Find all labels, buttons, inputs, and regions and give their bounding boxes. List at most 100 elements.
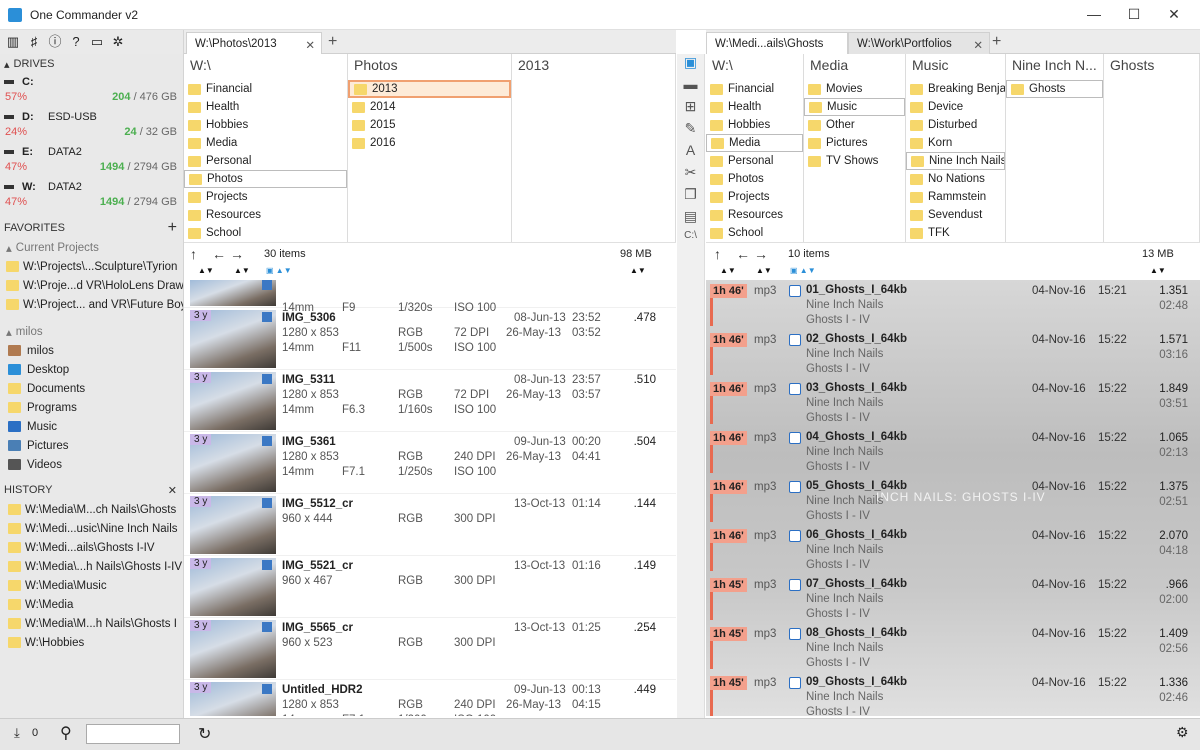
folder-item[interactable]: Media xyxy=(184,134,347,152)
forward-icon[interactable]: → xyxy=(754,246,768,262)
column-header[interactable]: W:\ xyxy=(706,54,803,80)
folder-item[interactable]: School xyxy=(706,224,803,242)
column-header[interactable]: 2013 xyxy=(512,54,675,80)
folder-item[interactable]: Ghosts xyxy=(1006,80,1103,98)
sort-name-icon[interactable]: ▲▼ xyxy=(198,266,214,275)
search-input[interactable] xyxy=(86,724,180,744)
new-folder-icon[interactable]: ▬ xyxy=(677,76,704,98)
history-item[interactable]: W:\Medi...ails\Ghosts I-IV xyxy=(0,538,183,557)
close-tab-icon[interactable]: ✕ xyxy=(305,38,315,52)
folder-item[interactable]: Korn xyxy=(906,134,1005,152)
add-favorite-icon[interactable]: + xyxy=(168,219,177,237)
folder-item[interactable]: TFK xyxy=(906,224,1005,242)
folder-item[interactable]: Projects xyxy=(706,188,803,206)
folder-item[interactable]: Financial xyxy=(706,80,803,98)
drives-header[interactable]: ▴ DRIVES xyxy=(0,54,183,74)
favorites-group[interactable]: ▴ Current Projects xyxy=(0,238,183,257)
user-header[interactable]: ▴ milos xyxy=(0,322,183,341)
left-tab[interactable]: W:\Photos\2013 ✕ xyxy=(186,32,322,54)
sort-date-icon[interactable]: ▣ ▲▼ xyxy=(790,266,816,275)
folder-item[interactable]: 2013 xyxy=(348,80,511,98)
image-view-icon[interactable]: ▣ xyxy=(677,54,704,76)
info-icon[interactable]: ⓘ xyxy=(46,33,64,51)
folder-item[interactable]: Hobbies xyxy=(706,116,803,134)
right-tab-1[interactable]: W:\Medi...ails\Ghosts xyxy=(706,32,848,54)
back-icon[interactable]: ← xyxy=(736,246,750,262)
cut-icon[interactable]: ✂ xyxy=(677,164,704,186)
folder-item[interactable]: Media xyxy=(706,134,803,152)
copy-icon[interactable]: ❐ xyxy=(677,186,704,208)
folder-item[interactable]: Resources xyxy=(184,206,347,224)
folder-item[interactable]: Pictures xyxy=(804,134,905,152)
folder-item[interactable]: TV Shows xyxy=(804,152,905,170)
column-header[interactable]: Photos xyxy=(348,54,511,80)
rename-icon[interactable]: A xyxy=(677,142,704,164)
folder-item[interactable]: Breaking Benjar xyxy=(906,80,1005,98)
music-row[interactable]: 1h 46' mp3 03_Ghosts_I_64kb Nine Inch Nails… xyxy=(706,378,1200,427)
folder-item[interactable]: Disturbed xyxy=(906,116,1005,134)
folder-item[interactable]: Music xyxy=(804,98,905,116)
history-item[interactable]: W:\Medi...usic\Nine Inch Nails xyxy=(0,519,183,538)
folder-item[interactable]: Resources xyxy=(706,206,803,224)
sort-type-icon[interactable]: ▲▼ xyxy=(234,266,250,275)
folder-item[interactable]: 2014 xyxy=(348,98,511,116)
drive-item[interactable]: E: DATA2 47% 1494 / 2794 GB xyxy=(0,144,183,179)
music-row[interactable]: 1h 45' mp3 08_Ghosts_I_64kb Nine Inch Nails… xyxy=(706,623,1200,672)
drive-item[interactable]: W: DATA2 47% 1494 / 2794 GB xyxy=(0,179,183,214)
refresh-icon[interactable]: ↻ xyxy=(198,724,211,744)
place-item[interactable]: Pictures xyxy=(0,436,183,455)
clear-history-icon[interactable]: ✕ xyxy=(168,484,177,497)
place-item[interactable]: Desktop xyxy=(0,360,183,379)
place-item[interactable]: milos xyxy=(0,341,183,360)
file-row[interactable]: 3 y IMG_5512_cr 960 x 444 RGB 300 DPI 13-Oct-… xyxy=(184,494,676,556)
file-row[interactable]: 3 y IMG_5521_cr 960 x 467 RGB 300 DPI 13-Oct-… xyxy=(184,556,676,618)
folder-item[interactable]: Movies xyxy=(804,80,905,98)
folder-item[interactable]: Personal xyxy=(184,152,347,170)
folder-item[interactable]: 2015 xyxy=(348,116,511,134)
edit-icon[interactable]: ✎ xyxy=(677,120,704,142)
column-header[interactable]: Ghosts xyxy=(1104,54,1199,80)
folder-item[interactable]: Photos xyxy=(184,170,347,188)
folder-item[interactable]: Sevendust xyxy=(906,206,1005,224)
sort-size-icon[interactable]: ▲▼ xyxy=(630,266,646,275)
folder-item[interactable]: Financial xyxy=(184,80,347,98)
folder-item[interactable]: Health xyxy=(184,98,347,116)
sort-date-icon[interactable]: ▣ ▲▼ xyxy=(266,266,292,275)
queue-icon[interactable]: ⤓ xyxy=(14,725,20,741)
layout-icon[interactable]: ▥ xyxy=(4,33,22,51)
music-row[interactable]: 1h 46' mp3 01_Ghosts_I_64kb Nine Inch Nails… xyxy=(706,280,1200,329)
new-tab-icon[interactable]: + xyxy=(328,33,337,51)
column-header[interactable]: Media xyxy=(804,54,905,80)
folder-item[interactable]: School xyxy=(184,224,347,242)
minimize-button[interactable]: — xyxy=(1084,6,1104,24)
folder-item[interactable]: Other xyxy=(804,116,905,134)
folder-item[interactable]: Projects xyxy=(184,188,347,206)
drive-item[interactable]: C: 57% 204 / 476 GB xyxy=(0,74,183,109)
drive-item[interactable]: D: ESD-USB 24% 24 / 32 GB xyxy=(0,109,183,144)
favorite-item[interactable]: W:\Project... and VR\Future Boy xyxy=(0,295,183,314)
file-row[interactable]: 3 y IMG_5361 1280 x 853 14mm F7.1 RGB 1/250s 24… xyxy=(184,432,676,494)
help-icon[interactable]: ? xyxy=(67,33,85,51)
folder-item[interactable]: Nine Inch Nails xyxy=(906,152,1005,170)
forward-icon[interactable]: → xyxy=(230,246,244,262)
new-tab-icon[interactable]: + xyxy=(992,33,1001,51)
music-row[interactable]: 1h 46' mp3 04_Ghosts_I_64kb Nine Inch Nails… xyxy=(706,427,1200,476)
favorite-item[interactable]: W:\Projects\...Sculpture\Tyrion xyxy=(0,257,183,276)
sort-name-icon[interactable]: ▲▼ xyxy=(720,266,736,275)
file-row[interactable]: 14mm F9 1/320s ISO 100 xyxy=(184,280,676,314)
place-item[interactable]: Documents xyxy=(0,379,183,398)
up-icon[interactable]: ↑ xyxy=(190,246,197,262)
place-item[interactable]: Videos xyxy=(0,455,183,474)
history-item[interactable]: W:\Media\M...ch Nails\Ghosts xyxy=(0,500,183,519)
folder-item[interactable]: Device xyxy=(906,98,1005,116)
music-row[interactable]: 1h 46' mp3 05_Ghosts_I_64kb Nine Inch Nails… xyxy=(706,476,1200,525)
file-row[interactable]: 3 y IMG_5306 1280 x 853 14mm F11 RGB 1/500s 72 … xyxy=(184,308,676,370)
folder-item[interactable]: Photos xyxy=(706,170,803,188)
path-icon[interactable]: C:\ xyxy=(677,230,704,252)
column-header[interactable]: Music xyxy=(906,54,1005,80)
right-tab-2[interactable]: W:\Work\Portfolios ✕ xyxy=(848,32,990,54)
column-header[interactable]: W:\ xyxy=(184,54,347,80)
music-row[interactable]: 1h 46' mp3 06_Ghosts_I_64kb Nine Inch Nails… xyxy=(706,525,1200,574)
place-item[interactable]: Programs xyxy=(0,398,183,417)
theme-icon[interactable]: ✲ xyxy=(109,33,127,51)
